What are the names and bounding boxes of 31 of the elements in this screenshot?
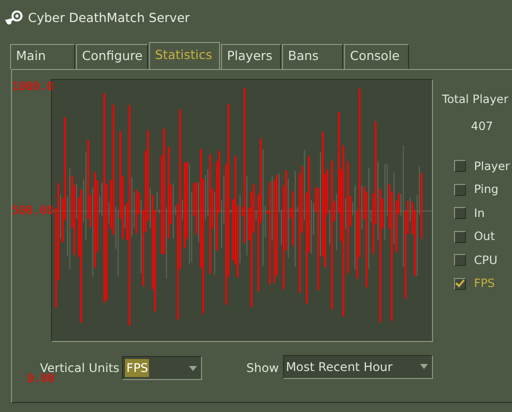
tab[interactable]: Bans (282, 44, 343, 69)
checkbox[interactable] (454, 184, 466, 196)
tab[interactable]: Configure (76, 44, 148, 69)
time-range-dropdown[interactable]: Most Recent Hour (282, 354, 433, 378)
steam-logo-icon (4, 10, 24, 26)
axis-label: 0.00 (27, 373, 55, 384)
total-players-label: Total Player (442, 91, 510, 108)
window-title: Cyber DeathMatch Server (28, 8, 190, 27)
checkbox[interactable] (454, 207, 466, 220)
checkbox[interactable] (454, 278, 466, 290)
caret-icon (420, 364, 428, 369)
tab[interactable]: Console (344, 44, 409, 69)
show-label: Show (246, 360, 279, 377)
series-label: Out (474, 228, 495, 246)
caret-icon (189, 366, 198, 370)
series-label: In (474, 204, 485, 222)
tab[interactable]: Statistics (149, 42, 220, 69)
tab[interactable]: Main (10, 44, 75, 69)
vertical-units-label: Vertical Units (40, 360, 120, 375)
total-players-count: 407 (470, 118, 494, 136)
checkbox[interactable] (454, 254, 466, 266)
checkbox[interactable] (454, 160, 466, 172)
tab[interactable]: Players (221, 44, 281, 69)
checkbox[interactable] (454, 230, 466, 243)
series-label: CPU (474, 252, 498, 269)
series-label: Ping (474, 181, 498, 198)
vertical-units-dropdown[interactable]: FPS (122, 356, 202, 380)
axis-label: 1000.0 (12, 81, 54, 92)
series-label: FPS (474, 275, 495, 292)
axis-label: 500.00 (12, 205, 54, 216)
series-label: Player (474, 158, 510, 175)
